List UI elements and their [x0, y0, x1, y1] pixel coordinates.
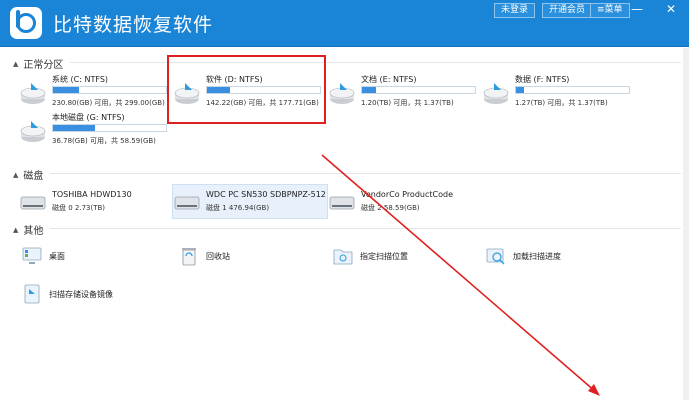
annotation-arrow: [321, 154, 600, 396]
